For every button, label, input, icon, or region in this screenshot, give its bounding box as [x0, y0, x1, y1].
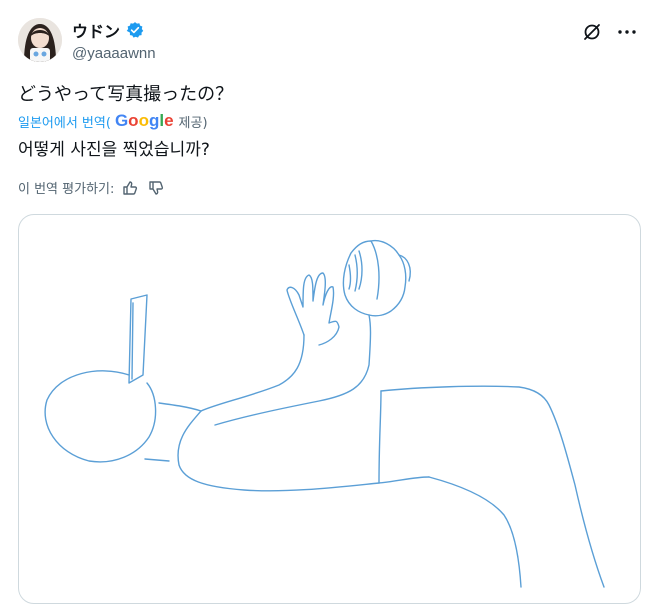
thumbs-down-icon[interactable]	[146, 179, 166, 197]
translation-prefix[interactable]: 일본어에서 번역(	[18, 112, 111, 131]
more-icon[interactable]	[616, 22, 638, 42]
google-logo-letter: o	[128, 111, 139, 130]
verified-badge-icon	[126, 21, 144, 39]
tweet-header: ウドン @yaaaawnn	[18, 14, 642, 66]
google-logo-letter: g	[148, 111, 160, 130]
rate-translation-label: 이 번역 평가하기:	[18, 182, 115, 197]
handle[interactable]: @yaaaawnn	[72, 45, 156, 62]
google-logo-letter: e	[164, 111, 174, 130]
translation-attribution: 일본어에서 번역( Google 제공)	[18, 111, 208, 131]
grok-icon[interactable]	[582, 22, 602, 42]
translation-suffix: 제공)	[178, 115, 208, 131]
thumbs-up-icon[interactable]	[120, 179, 140, 197]
translated-text: 어떻게 사진을 찍었습니까?	[18, 140, 210, 160]
rate-translation: 이 번역 평가하기:	[18, 178, 166, 197]
avatar[interactable]	[18, 18, 62, 62]
google-logo-letter: G	[114, 111, 129, 130]
tweet-text: どうやって写真撮ったの？	[18, 84, 234, 105]
sketch-drawing	[44, 239, 605, 588]
tweet-image[interactable]	[18, 214, 641, 604]
display-name[interactable]: ウドン	[72, 18, 120, 42]
google-logo-letter: o	[138, 111, 149, 130]
google-logo: Google	[115, 111, 174, 131]
